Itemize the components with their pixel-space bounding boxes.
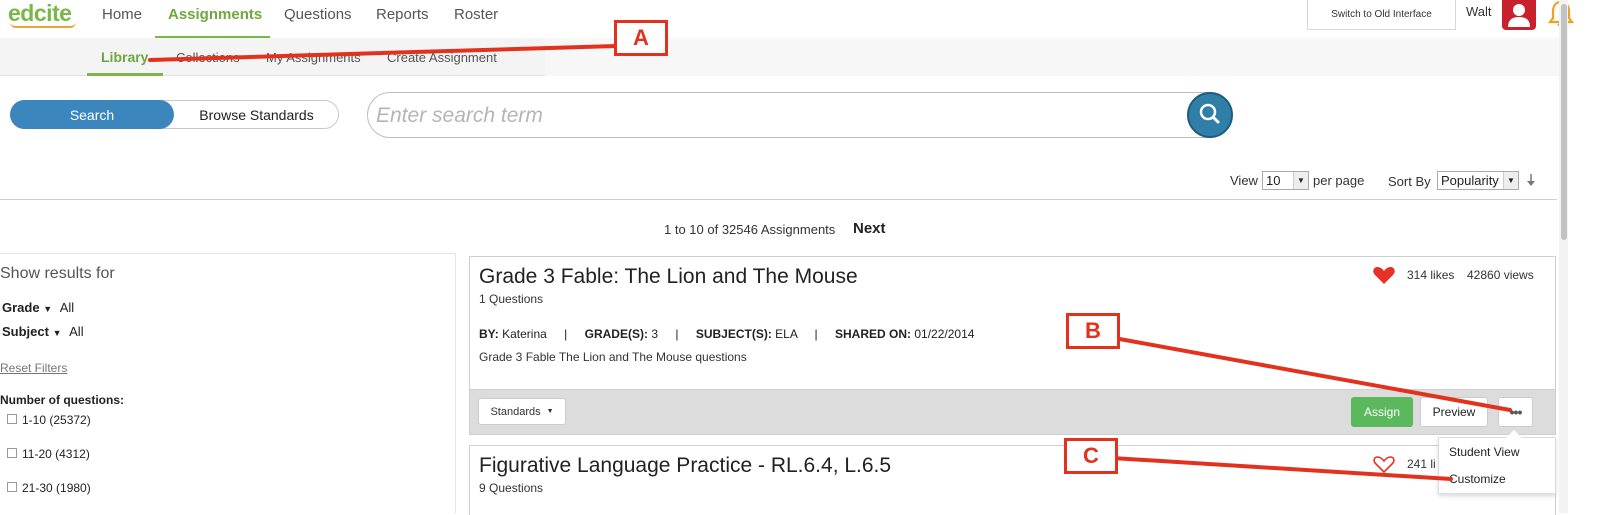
scrollbar-thumb[interactable]: [1561, 4, 1567, 240]
by-label: BY:: [479, 327, 499, 341]
logo-swoosh: [10, 22, 76, 28]
menu-item-customize[interactable]: Customize: [1449, 472, 1506, 486]
shared-label: SHARED ON:: [835, 327, 912, 341]
card-actions: Standards ▼ Assign Preview •••: [470, 389, 1555, 434]
separator: |: [564, 327, 568, 341]
more-options-button[interactable]: •••: [1498, 397, 1533, 427]
view-label: View: [1230, 173, 1258, 188]
chevron-down-icon: ▼: [1293, 172, 1308, 189]
question-count: 9 Questions: [479, 481, 544, 495]
subject-label: SUBJECT(S):: [695, 327, 772, 341]
subject-filter-value: All: [69, 324, 84, 339]
separator: |: [814, 327, 818, 341]
grade-label: GRADE(S):: [584, 327, 648, 341]
subnav-create-assignment[interactable]: Create Assignment: [387, 50, 497, 65]
subnav-collections[interactable]: Collections: [176, 50, 240, 65]
like-count: 314 likes: [1407, 268, 1455, 282]
search-box: [367, 92, 1231, 138]
assign-button[interactable]: Assign: [1351, 397, 1413, 427]
browse-standards-button[interactable]: Browse Standards: [174, 100, 339, 129]
user-icon: [1508, 4, 1530, 27]
next-page-link[interactable]: Next: [853, 220, 886, 237]
subject-filter-label: Subject: [2, 324, 49, 339]
avatar[interactable]: [1502, 0, 1536, 30]
grade-filter-label: Grade: [2, 300, 40, 315]
preview-button[interactable]: Preview: [1420, 397, 1488, 427]
like-count: 241 li: [1407, 457, 1436, 471]
grade-filter-value: All: [59, 300, 75, 315]
chevron-down-icon: ▼: [43, 304, 53, 314]
nav-reports[interactable]: Reports: [376, 6, 429, 23]
annotation-callout-a: A: [614, 20, 668, 56]
assignment-details: BY: Katerina | GRADE(S): 3 | SUBJECT(S):…: [479, 327, 974, 341]
assignment-card: Grade 3 Fable: The Lion and The Mouse 1 …: [469, 256, 1556, 435]
chevron-down-icon: ▼: [546, 408, 554, 415]
subject-value: ELA: [775, 327, 798, 341]
search-mode-button[interactable]: Search: [10, 100, 174, 129]
more-options-menu: Student View Customize: [1438, 437, 1556, 494]
sort-value: Popularity: [1441, 173, 1499, 188]
per-page-value: 10: [1266, 173, 1281, 188]
search-input[interactable]: [376, 101, 1176, 131]
menu-caret: [1506, 430, 1522, 438]
search-button[interactable]: [1187, 92, 1233, 138]
sidebar-divider: [0, 253, 456, 254]
filter-title: Show results for: [0, 265, 115, 282]
view-count: 42860 views: [1467, 268, 1534, 282]
nav-assignments[interactable]: Assignments: [168, 6, 262, 23]
subnav-library[interactable]: Library: [101, 49, 148, 65]
nav-questions[interactable]: Questions: [284, 6, 352, 23]
standards-label: Standards: [490, 405, 541, 418]
checkbox-11-20[interactable]: [7, 448, 17, 458]
grade-filter[interactable]: Grade ▼ All: [2, 300, 74, 315]
per-page-select[interactable]: 10 ▼: [1262, 171, 1309, 190]
checkbox-label: 1-10 (25372): [22, 413, 91, 427]
per-page-label: per page: [1313, 173, 1365, 188]
results-range: 1 to 10 of 32546 Assignments: [664, 222, 836, 237]
search-icon: [1199, 103, 1220, 124]
assignment-title[interactable]: Grade 3 Fable: The Lion and The Mouse: [479, 265, 858, 289]
question-count: 1 Questions: [479, 292, 544, 306]
chevron-down-icon: ▼: [52, 328, 62, 338]
divider: [0, 199, 1557, 200]
username[interactable]: Walt: [1466, 4, 1492, 19]
sort-select[interactable]: Popularity ▼: [1437, 171, 1519, 190]
checkbox-21-30[interactable]: [7, 482, 17, 492]
subnav-my-assignments[interactable]: My Assignments: [266, 50, 361, 65]
switch-old-interface-button[interactable]: Switch to Old Interface: [1307, 0, 1456, 30]
checkbox-label: 11-20 (4312): [22, 447, 90, 461]
menu-item-student-view[interactable]: Student View: [1449, 445, 1520, 459]
separator: |: [675, 327, 679, 341]
subject-filter[interactable]: Subject ▼ All: [2, 324, 84, 339]
subnav-active-indicator: [87, 73, 163, 76]
annotation-callout-c: C: [1064, 438, 1118, 474]
annotation-callout-b: B: [1066, 313, 1120, 349]
checkbox-label: 21-30 (1980): [22, 481, 91, 495]
assignment-card: Figurative Language Practice - RL.6.4, L…: [469, 445, 1556, 515]
sort-by-label: Sort By: [1388, 174, 1431, 189]
nav-home[interactable]: Home: [102, 6, 142, 23]
nav-roster[interactable]: Roster: [454, 6, 498, 23]
grade-value: 3: [651, 327, 658, 341]
num-questions-label: Number of questions:: [0, 393, 125, 407]
sort-direction-icon[interactable]: [1526, 172, 1536, 193]
heart-filled-icon[interactable]: [1372, 264, 1396, 291]
reset-filters-link[interactable]: Reset Filters: [0, 361, 67, 375]
assignment-title[interactable]: Figurative Language Practice - RL.6.4, L…: [479, 454, 891, 478]
checkbox-1-10[interactable]: [7, 414, 17, 424]
sub-navigation-background: [545, 38, 1560, 76]
shared-date: 01/22/2014: [914, 327, 975, 341]
heart-outline-icon[interactable]: [1372, 453, 1396, 480]
chevron-down-icon: ▼: [1503, 172, 1518, 189]
author-name: Katerina: [502, 327, 547, 341]
sidebar-border: [455, 253, 456, 513]
assignment-description: Grade 3 Fable The Lion and The Mouse que…: [479, 350, 747, 364]
standards-dropdown[interactable]: Standards ▼: [478, 398, 566, 425]
